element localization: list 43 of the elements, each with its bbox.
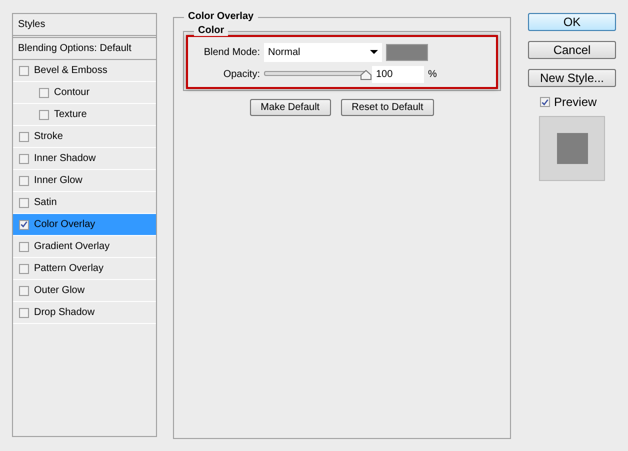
group-title: Color Overlay bbox=[184, 11, 258, 22]
slider-thumb[interactable] bbox=[360, 70, 372, 80]
checkbox[interactable] bbox=[19, 176, 29, 186]
panel-button[interactable]: Reset to Default bbox=[340, 99, 434, 116]
checkbox[interactable] bbox=[19, 66, 29, 76]
style-item[interactable]: Color Overlay bbox=[13, 214, 156, 236]
checkbox[interactable] bbox=[19, 242, 29, 252]
checkbox[interactable] bbox=[39, 110, 49, 120]
checkbox[interactable] bbox=[19, 198, 29, 208]
style-item[interactable]: Inner Glow bbox=[13, 170, 156, 192]
dialog-button[interactable]: OK bbox=[528, 13, 616, 31]
checkbox[interactable] bbox=[19, 154, 29, 164]
style-item[interactable]: Pattern Overlay bbox=[13, 258, 156, 280]
group-title: Color bbox=[194, 25, 228, 36]
preview-square bbox=[556, 133, 588, 164]
checkbox[interactable] bbox=[19, 264, 29, 274]
dialog-button[interactable]: Cancel bbox=[528, 41, 616, 59]
checkbox[interactable] bbox=[540, 97, 550, 107]
opacity-field[interactable]: 100 bbox=[372, 66, 424, 82]
style-item[interactable]: Gradient Overlay bbox=[13, 236, 156, 258]
dialog-button[interactable]: New Style... bbox=[528, 69, 616, 87]
style-item[interactable]: Contour bbox=[13, 82, 156, 104]
style-item[interactable]: Texture bbox=[13, 104, 156, 126]
panel-button[interactable]: Make Default bbox=[250, 99, 331, 116]
caret-icon bbox=[370, 50, 378, 54]
preview-label: Preview bbox=[554, 95, 597, 109]
checkbox[interactable] bbox=[19, 132, 29, 142]
checkbox[interactable] bbox=[19, 286, 29, 296]
checkbox[interactable] bbox=[19, 220, 29, 230]
style-item[interactable]: Drop Shadow bbox=[13, 302, 156, 324]
style-item[interactable]: Outer Glow bbox=[13, 280, 156, 302]
checkbox[interactable] bbox=[19, 308, 29, 318]
style-item[interactable]: Stroke bbox=[13, 126, 156, 148]
blend-mode-dropdown[interactable]: Normal bbox=[264, 42, 382, 62]
checkbox[interactable] bbox=[39, 88, 49, 98]
style-item[interactable]: Bevel & Emboss bbox=[13, 60, 156, 82]
styles-heading: Styles bbox=[18, 19, 46, 30]
blend-mode-label: Blend Mode: bbox=[202, 46, 261, 58]
percent-label: % bbox=[428, 68, 437, 80]
style-item[interactable]: Inner Shadow bbox=[13, 148, 156, 170]
opacity-label: Opacity: bbox=[222, 68, 261, 80]
color-swatch[interactable] bbox=[386, 44, 428, 60]
blending-options-item[interactable]: Blending Options: Default bbox=[18, 43, 132, 54]
